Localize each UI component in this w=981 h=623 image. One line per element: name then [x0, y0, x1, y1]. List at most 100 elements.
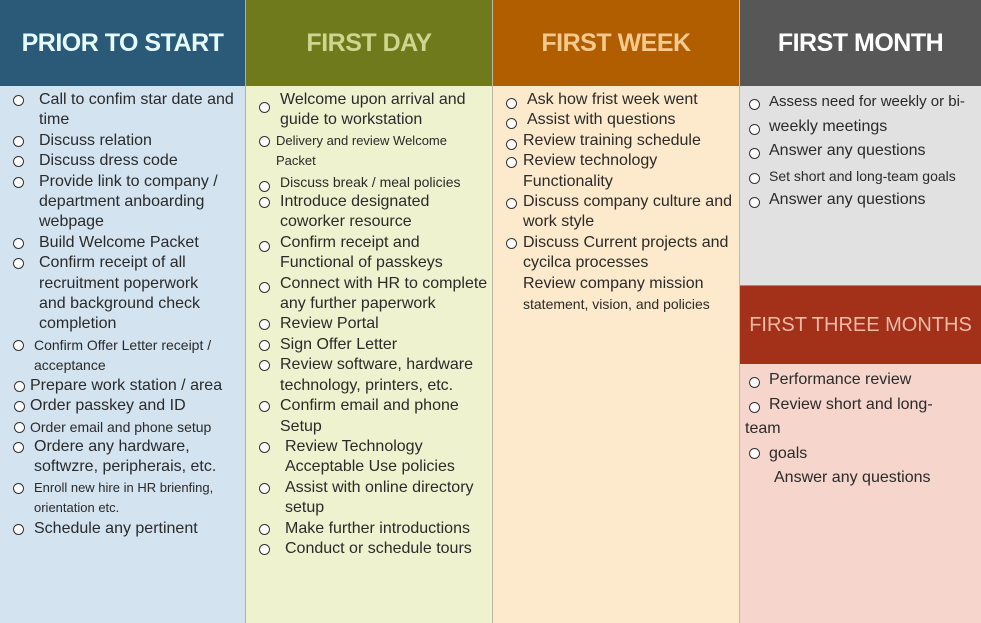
circle-checkbox-icon[interactable] — [259, 339, 270, 351]
circle-checkbox-icon[interactable] — [749, 172, 760, 184]
circle-checkbox-icon[interactable] — [259, 441, 270, 453]
checklist-item[interactable]: Ordere any hardware, softwzre, periphera… — [0, 437, 245, 478]
circle-checkbox-icon[interactable] — [13, 339, 24, 351]
circle-checkbox-icon[interactable] — [259, 240, 270, 252]
item-text: Conduct or schedule tours — [285, 539, 472, 557]
circle-checkbox-icon[interactable] — [14, 401, 25, 413]
checklist-item[interactable]: goals — [740, 442, 981, 467]
checklist-prior-to-start: Call to confim star date and time Discus… — [0, 86, 245, 623]
circle-checkbox-icon[interactable] — [13, 258, 24, 270]
circle-checkbox-icon[interactable] — [506, 157, 517, 169]
circle-checkbox-icon[interactable] — [749, 401, 760, 413]
checklist-item[interactable]: Welcome upon arrival and guide to workst… — [246, 90, 492, 131]
circle-checkbox-icon[interactable] — [13, 482, 24, 494]
circle-checkbox-icon[interactable] — [506, 98, 517, 109]
circle-checkbox-icon[interactable] — [259, 523, 270, 535]
item-text: Ordere any hardware, softwzre, periphera… — [34, 437, 217, 476]
circle-checkbox-icon[interactable] — [506, 118, 517, 130]
checklist-item[interactable]: Confirm email and phone Setup — [246, 396, 492, 437]
circle-checkbox-icon[interactable] — [259, 482, 270, 494]
circle-checkbox-icon[interactable] — [259, 401, 270, 413]
circle-checkbox-icon[interactable] — [749, 148, 760, 159]
checklist-item[interactable]: Call to confim star date and time — [0, 90, 245, 131]
item-text: Review technology Functionality — [523, 152, 658, 190]
checklist-item[interactable]: Prepare work station / area — [0, 376, 245, 396]
checklist-item[interactable]: Confirm Offer Letter receipt / acceptanc… — [0, 335, 245, 376]
circle-checkbox-icon[interactable] — [749, 377, 760, 388]
checklist-item[interactable]: Performance review — [740, 368, 981, 393]
checklist-item[interactable]: Review training schedule — [493, 131, 739, 151]
item-text: Confirm receipt of all recruitment poper… — [39, 254, 200, 333]
circle-checkbox-icon[interactable] — [14, 380, 25, 392]
circle-checkbox-icon[interactable] — [749, 197, 760, 208]
circle-checkbox-icon[interactable] — [259, 319, 270, 331]
item-text: Connect with HR to complete any further … — [280, 274, 488, 313]
circle-checkbox-icon[interactable] — [749, 447, 760, 459]
checklist-item[interactable]: Provide link to company / department anb… — [0, 172, 245, 233]
item-text: Confirm Offer Letter receipt / acceptanc… — [34, 336, 212, 374]
item-text: Assist with questions — [527, 111, 676, 129]
circle-checkbox-icon[interactable] — [13, 441, 24, 453]
circle-checkbox-icon[interactable] — [13, 176, 24, 188]
circle-checkbox-icon[interactable] — [749, 123, 760, 135]
checklist-item[interactable]: Discuss relation — [0, 131, 245, 151]
checklist-item[interactable]: Review software, hardware technology, pr… — [246, 355, 492, 396]
checklist-item[interactable]: Review Technology Acceptable Use policie… — [246, 437, 492, 478]
checklist-item[interactable]: Assess need for weekly or bi- — [740, 90, 981, 115]
item-text: Review short and long- — [769, 395, 933, 413]
checklist-item[interactable]: Review short and long- — [740, 393, 981, 418]
checklist-item[interactable]: Discuss Current projects and cycilca pro… — [493, 233, 739, 274]
circle-checkbox-icon[interactable] — [259, 543, 270, 555]
item-text: team — [745, 420, 781, 437]
header-prior-to-start: PRIOR TO START — [0, 0, 245, 86]
item-text: Discuss dress code — [39, 152, 178, 170]
checklist-item[interactable]: Confirm receipt and Functional of passke… — [246, 233, 492, 274]
circle-checkbox-icon[interactable] — [13, 95, 24, 106]
checklist-first-month: Assess need for weekly or bi- weekly mee… — [740, 86, 981, 285]
checklist-item[interactable]: Sign Offer Letter — [246, 335, 492, 355]
checklist-item[interactable]: Assist with online directory setup — [246, 478, 492, 519]
checklist-item[interactable]: Review technology Functionality — [493, 151, 739, 192]
circle-checkbox-icon[interactable] — [259, 197, 270, 209]
checklist-item[interactable]: Delivery and review Welcome Packet — [246, 131, 492, 172]
checklist-item[interactable]: Answer any questions — [740, 139, 981, 164]
column-prior-to-start: PRIOR TO START Call to confim star date … — [0, 0, 246, 623]
circle-checkbox-icon[interactable] — [259, 281, 270, 293]
checklist-item[interactable]: Discuss break / meal policies — [246, 172, 492, 192]
circle-checkbox-icon[interactable] — [259, 360, 270, 372]
checklist-item[interactable]: Introduce designated coworker resource — [246, 192, 492, 233]
checklist-item[interactable]: Review Portal — [246, 314, 492, 334]
checklist-item[interactable]: Ask how frist week went — [493, 90, 739, 110]
checklist-item[interactable]: Schedule any pertinent — [0, 519, 245, 539]
circle-checkbox-icon[interactable] — [14, 421, 25, 433]
item-text: Confirm receipt and Functional of passke… — [280, 233, 443, 272]
checklist-item[interactable]: Order passkey and ID — [0, 396, 245, 416]
item-text: Set short and long-team goals — [769, 167, 956, 184]
checklist-item[interactable]: Order email and phone setup — [0, 417, 245, 437]
checklist-item: statement, vision, and policies — [493, 294, 739, 314]
checklist-item[interactable]: Conduct or schedule tours — [246, 539, 492, 559]
circle-checkbox-icon[interactable] — [506, 237, 517, 249]
checklist-item[interactable]: Discuss dress code — [0, 151, 245, 171]
checklist-item[interactable]: weekly meetings — [740, 115, 981, 140]
checklist-item[interactable]: Assist with questions — [493, 110, 739, 130]
checklist-item[interactable]: Set short and long-team goals — [740, 164, 981, 189]
circle-checkbox-icon[interactable] — [259, 180, 270, 192]
checklist-item[interactable]: Make further introductions — [246, 519, 492, 539]
circle-checkbox-icon[interactable] — [259, 102, 270, 113]
circle-checkbox-icon[interactable] — [506, 198, 517, 210]
circle-checkbox-icon[interactable] — [13, 523, 24, 535]
circle-checkbox-icon[interactable] — [13, 156, 24, 168]
header-first-day: FIRST DAY — [246, 0, 492, 86]
checklist-item[interactable]: Build Welcome Packet — [0, 233, 245, 253]
circle-checkbox-icon[interactable] — [506, 138, 517, 150]
circle-checkbox-icon[interactable] — [259, 135, 270, 147]
checklist-item[interactable]: Confirm receipt of all recruitment poper… — [0, 253, 245, 335]
circle-checkbox-icon[interactable] — [13, 237, 24, 249]
checklist-item[interactable]: Answer any questions — [740, 188, 981, 213]
checklist-item[interactable]: Enroll new hire in HR brienfing, orienta… — [0, 478, 245, 519]
checklist-item[interactable]: Connect with HR to complete any further … — [246, 274, 492, 315]
circle-checkbox-icon[interactable] — [749, 99, 760, 110]
circle-checkbox-icon[interactable] — [13, 135, 24, 147]
checklist-item[interactable]: Discuss company culture and work style — [493, 192, 739, 233]
